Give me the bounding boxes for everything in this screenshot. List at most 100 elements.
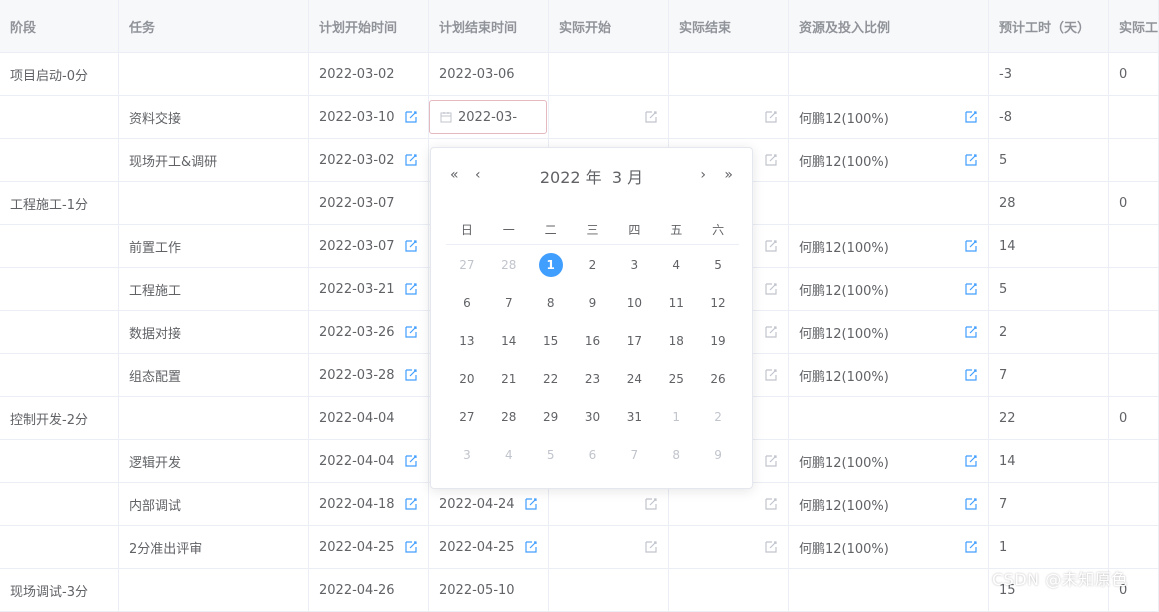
day-cell[interactable]: 29: [530, 398, 572, 436]
edit-icon[interactable]: [524, 497, 538, 511]
header-label: 任务: [129, 20, 156, 36]
day-cell[interactable]: 15: [530, 322, 572, 360]
day-cell[interactable]: 12: [697, 284, 739, 322]
edit-icon[interactable]: [404, 325, 418, 339]
day-cell[interactable]: 8: [530, 284, 572, 322]
day-cell[interactable]: 14: [488, 322, 530, 360]
edit-icon[interactable]: [404, 282, 418, 296]
edit-icon[interactable]: [964, 454, 978, 468]
day-cell[interactable]: 28: [488, 246, 530, 284]
day-cell[interactable]: 10: [613, 284, 655, 322]
day-cell[interactable]: 27: [446, 398, 488, 436]
day-cell[interactable]: 21: [488, 360, 530, 398]
edit-icon[interactable]: [764, 239, 778, 253]
edit-icon[interactable]: [764, 368, 778, 382]
day-cell[interactable]: 2: [572, 246, 614, 284]
estimate-cell-text: 5: [999, 152, 1008, 168]
edit-icon[interactable]: [764, 282, 778, 296]
edit-icon[interactable]: [964, 497, 978, 511]
edit-icon[interactable]: [404, 540, 418, 554]
day-cell[interactable]: 30: [572, 398, 614, 436]
day-cell[interactable]: 9: [572, 284, 614, 322]
day-cell[interactable]: 24: [613, 360, 655, 398]
next-month-icon[interactable]: ›: [700, 167, 706, 183]
edit-icon[interactable]: [964, 325, 978, 339]
edit-icon[interactable]: [964, 110, 978, 124]
end-date-input[interactable]: 2022-03-: [429, 100, 547, 134]
edit-icon[interactable]: [404, 239, 418, 253]
edit-icon[interactable]: [404, 497, 418, 511]
day-cell[interactable]: 3: [446, 436, 488, 474]
plan-start-cell-text: 2022-03-10: [319, 109, 395, 125]
selected-day[interactable]: 1: [530, 246, 572, 284]
estimate-cell: 5: [989, 139, 1109, 181]
day-cell[interactable]: 7: [488, 284, 530, 322]
edit-icon[interactable]: [764, 110, 778, 124]
day-cell[interactable]: 5: [530, 436, 572, 474]
resource-cell-text: 何鹏12(100%): [799, 455, 889, 471]
day-cell[interactable]: 3: [613, 246, 655, 284]
edit-icon[interactable]: [964, 540, 978, 554]
day-cell[interactable]: 27: [446, 246, 488, 284]
edit-icon[interactable]: [764, 325, 778, 339]
edit-icon[interactable]: [644, 110, 658, 124]
edit-icon[interactable]: [644, 497, 658, 511]
edit-icon[interactable]: [404, 454, 418, 468]
edit-icon[interactable]: [764, 153, 778, 167]
day-cell[interactable]: 5: [697, 246, 739, 284]
edit-icon[interactable]: [964, 239, 978, 253]
day-cell[interactable]: 8: [655, 436, 697, 474]
edit-icon[interactable]: [644, 540, 658, 554]
day-cell[interactable]: 6: [446, 284, 488, 322]
weekday-label: 三: [586, 222, 599, 237]
prev-year-icon[interactable]: «: [450, 167, 459, 183]
edit-icon[interactable]: [404, 153, 418, 167]
edit-icon[interactable]: [964, 282, 978, 296]
day-cell[interactable]: 23: [572, 360, 614, 398]
day-cell[interactable]: 9: [697, 436, 739, 474]
resource-cell-text: 何鹏12(100%): [799, 326, 889, 342]
day-cell[interactable]: 13: [446, 322, 488, 360]
prev-month-icon[interactable]: ‹: [475, 167, 481, 183]
picker-week: 6 7 8 9 10 11 12: [446, 284, 739, 322]
day-cell[interactable]: 19: [697, 322, 739, 360]
edit-icon[interactable]: [764, 454, 778, 468]
task-cell: 逻辑开发: [119, 440, 309, 482]
day-cell[interactable]: 18: [655, 322, 697, 360]
resource-cell-text: 何鹏12(100%): [799, 541, 889, 557]
day-cell[interactable]: 16: [572, 322, 614, 360]
edit-icon[interactable]: [404, 110, 418, 124]
edit-icon[interactable]: [964, 368, 978, 382]
task-cell: [119, 569, 309, 611]
day-cell[interactable]: 28: [488, 398, 530, 436]
plan-start-cell-text: 2022-03-28: [319, 367, 395, 383]
task-cell: 前置工作: [119, 225, 309, 267]
day-cell[interactable]: 22: [530, 360, 572, 398]
plan-start-cell-text: 2022-04-26: [319, 582, 395, 598]
plan-start-cell-text: 2022-03-02: [319, 66, 395, 82]
day-cell[interactable]: 31: [613, 398, 655, 436]
day-cell[interactable]: 4: [488, 436, 530, 474]
plan-end-cell-text: 2022-04-24: [439, 496, 515, 512]
day-cell[interactable]: 6: [572, 436, 614, 474]
edit-icon[interactable]: [404, 368, 418, 382]
edit-icon[interactable]: [964, 153, 978, 167]
day-cell[interactable]: 20: [446, 360, 488, 398]
edit-icon[interactable]: [524, 540, 538, 554]
stage-cell: 控制开发-2分: [0, 397, 119, 439]
day-cell[interactable]: 1: [655, 398, 697, 436]
day-cell[interactable]: 17: [613, 322, 655, 360]
day-cell[interactable]: 26: [697, 360, 739, 398]
day-cell[interactable]: 2: [697, 398, 739, 436]
day-cell[interactable]: 25: [655, 360, 697, 398]
day-cell[interactable]: 7: [613, 436, 655, 474]
edit-icon[interactable]: [764, 540, 778, 554]
edit-icon[interactable]: [764, 497, 778, 511]
day-cell[interactable]: 4: [655, 246, 697, 284]
actual-days-cell: [1109, 354, 1159, 396]
day-cell[interactable]: 11: [655, 284, 697, 322]
actual-days-cell: [1109, 268, 1159, 310]
actual-days-cell: [1109, 526, 1159, 568]
next-year-icon[interactable]: »: [724, 167, 733, 183]
date-picker-popup: « ‹ 2022 年 3 月 › » 日一二三四五六 27 28 1 2 3 4 5 6 7 8 9…: [430, 147, 753, 489]
